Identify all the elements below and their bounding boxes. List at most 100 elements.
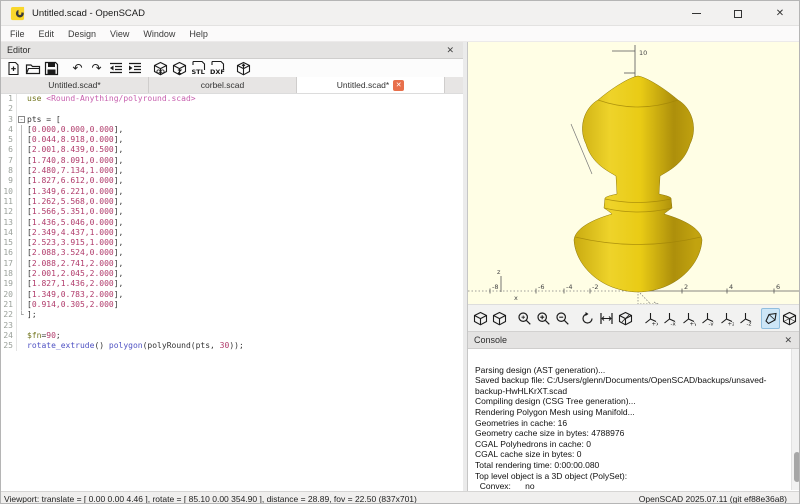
send-to-print-icon — [236, 61, 251, 76]
new-file-button[interactable] — [4, 60, 23, 77]
menu-bar: File Edit Design View Window Help — [1, 26, 800, 42]
export-stl-icon: STL — [190, 60, 207, 76]
console-scrollbar[interactable] — [791, 349, 800, 490]
menu-design[interactable]: Design — [61, 26, 103, 42]
editor-toolbar: ↶ ↷ — [1, 59, 463, 77]
editor-panel-title: Editor — [7, 45, 31, 55]
editor-panel-header[interactable]: Editor ✕ — [1, 42, 463, 59]
console-close-icon[interactable]: ✕ — [781, 333, 795, 348]
view-plus-y-button[interactable]: +y — [679, 308, 698, 329]
title-bar[interactable]: Untitled.scad - OpenSCAD ✕ — [1, 1, 800, 26]
rendered-object — [574, 76, 702, 292]
view-minus-y-button[interactable]: -y — [698, 308, 717, 329]
code-editor[interactable]: 1use <Round-Anything/polyround.scad>23-p… — [1, 94, 463, 482]
svg-text:-4: -4 — [566, 283, 572, 291]
zoom-out-icon — [555, 311, 570, 326]
minimize-icon — [692, 13, 701, 14]
save-file-button[interactable] — [42, 60, 61, 77]
tab-untitled-2-active[interactable]: Untitled.scad* ✕ — [297, 77, 445, 93]
negative-axes-dashed — [638, 291, 666, 304]
z-axis-line — [612, 45, 635, 77]
tab-untitled-1[interactable]: Untitled.scad* — [1, 77, 149, 93]
tab-label: corbel.scad — [201, 80, 244, 90]
minimize-button[interactable] — [675, 1, 717, 26]
undo-button[interactable]: ↶ — [68, 60, 87, 77]
view-plus-x-button[interactable]: +x — [641, 308, 660, 329]
view-all-button[interactable] — [597, 308, 616, 329]
svg-text:+x: +x — [652, 321, 659, 326]
preview-button[interactable] — [151, 60, 170, 77]
tab-corbel[interactable]: corbel.scad — [149, 77, 297, 93]
view-plus-z-button[interactable]: +z — [717, 308, 736, 329]
open-folder-icon — [25, 61, 41, 76]
export-dxf-button[interactable]: DXF — [208, 60, 227, 77]
axis-minus-x-icon: -x — [662, 311, 677, 326]
view-all-icon — [599, 311, 614, 326]
render-cube-icon — [492, 311, 507, 326]
window-title: Untitled.scad - OpenSCAD — [32, 8, 145, 19]
tab-close-icon[interactable]: ✕ — [393, 80, 404, 91]
vp-preview-button[interactable] — [471, 308, 490, 329]
console-body: Parsing design (AST generation)...Saved … — [468, 349, 800, 490]
z-axis-tick-label: 10 — [639, 49, 647, 57]
axis-plus-y-icon: +y — [681, 311, 696, 326]
unindent-button[interactable] — [106, 60, 125, 77]
zoom-in-button[interactable] — [534, 308, 553, 329]
close-button[interactable]: ✕ — [759, 1, 800, 26]
console-panel-title: Console — [474, 335, 507, 345]
status-bar: Viewport: translate = [ 0.00 0.00 4.46 ]… — [1, 491, 800, 504]
maximize-icon — [734, 10, 742, 18]
indent-button[interactable] — [125, 60, 144, 77]
perspective-button[interactable] — [616, 308, 635, 329]
zoom-all-icon — [517, 311, 532, 326]
svg-text:2: 2 — [684, 283, 688, 291]
zoom-in-icon — [536, 311, 551, 326]
export-dxf-icon: DXF — [209, 60, 226, 76]
menu-file[interactable]: File — [1, 26, 32, 42]
redo-button[interactable]: ↷ — [87, 60, 106, 77]
maximize-button[interactable] — [717, 1, 759, 26]
close-icon: ✕ — [776, 8, 784, 19]
view-minus-x-button[interactable]: -x — [660, 308, 679, 329]
show-edges-button[interactable] — [761, 308, 780, 329]
perspective-icon — [618, 311, 633, 326]
axis-plus-x-icon: +x — [643, 311, 658, 326]
view-minus-z-button[interactable]: -z — [736, 308, 755, 329]
menu-edit[interactable]: Edit — [32, 26, 62, 42]
viewport-status-text: Viewport: translate = [ 0.00 0.00 4.46 ]… — [1, 494, 417, 504]
svg-text:-y: -y — [709, 321, 715, 326]
console-panel-header[interactable]: Console ✕ — [468, 332, 800, 349]
svg-text:-x: -x — [671, 321, 677, 326]
render-button[interactable] — [170, 60, 189, 77]
send-to-print-button[interactable] — [234, 60, 253, 77]
redo-icon: ↷ — [91, 60, 101, 77]
dxf-label: DXF — [210, 68, 225, 76]
vp-render-button[interactable] — [490, 308, 509, 329]
svg-text:-z: -z — [747, 321, 752, 326]
origin-axis-indicator: z x — [497, 268, 518, 302]
tab-label: Untitled.scad* — [337, 80, 389, 90]
export-stl-button[interactable]: STL — [189, 60, 208, 77]
reset-view-button[interactable] — [578, 308, 597, 329]
undo-icon: ↶ — [72, 60, 82, 77]
axis-minus-z-icon: -z — [738, 311, 753, 326]
console-scrollbar-thumb[interactable] — [794, 452, 800, 482]
svg-text:-8: -8 — [492, 283, 498, 291]
openscad-logo-icon — [10, 6, 25, 21]
zoom-out-button[interactable] — [553, 308, 572, 329]
menu-help[interactable]: Help — [182, 26, 215, 42]
show-crosshairs-button[interactable] — [780, 308, 799, 329]
menu-view[interactable]: View — [103, 26, 136, 42]
stl-label: STL — [192, 68, 205, 76]
menu-window[interactable]: Window — [136, 26, 182, 42]
svg-text:-2: -2 — [592, 283, 598, 291]
svg-text:+z: +z — [728, 321, 735, 326]
tab-label: Untitled.scad* — [48, 80, 100, 90]
viewport-3d[interactable]: 10 -8-6-4-2246 z x — [468, 42, 800, 304]
svg-text:6: 6 — [776, 283, 780, 291]
editor-close-icon[interactable]: ✕ — [443, 43, 457, 58]
open-file-button[interactable] — [23, 60, 42, 77]
zoom-all-button[interactable] — [515, 308, 534, 329]
console-output: Parsing design (AST generation)...Saved … — [475, 354, 787, 490]
wireframe-cube-icon — [782, 311, 797, 326]
